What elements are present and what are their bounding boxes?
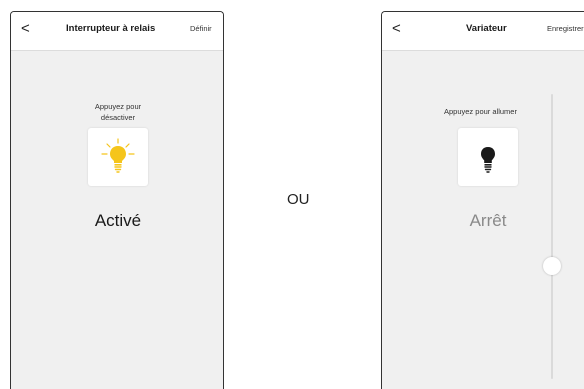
or-separator: OU [287,191,310,208]
page-title: Interrupteur à relais [66,23,156,34]
tap-hint: Appuyez pour désactiver [11,101,223,123]
bulb-off-icon [481,147,495,173]
header: < Variateur Enregistrer [382,12,584,51]
bulb-on-icon [101,138,135,173]
tap-hint-line2: désactiver [100,113,136,122]
back-icon[interactable]: < [21,19,30,39]
back-icon[interactable]: < [392,19,401,39]
page-title: Variateur [466,23,507,34]
brightness-slider-track[interactable] [551,94,553,379]
toggle-tile[interactable] [88,128,148,186]
tap-hint: Appuyez pour allumer [444,107,517,116]
relay-switch-screen: < Interrupteur à relais Définir Appuyez … [10,11,224,389]
brightness-slider-thumb[interactable] [543,257,561,275]
tap-hint-line1: Appuyez pour [94,102,142,111]
toggle-tile[interactable] [458,128,518,186]
status-label: Arrêt [469,211,507,230]
header: < Interrupteur à relais Définir [11,12,223,51]
dimmer-screen: < Variateur Enregistrer Appuyez pour all… [381,11,584,389]
define-button[interactable]: Définir [190,23,212,35]
save-button[interactable]: Enregistrer [547,23,584,35]
status-label: Activé [94,211,142,230]
